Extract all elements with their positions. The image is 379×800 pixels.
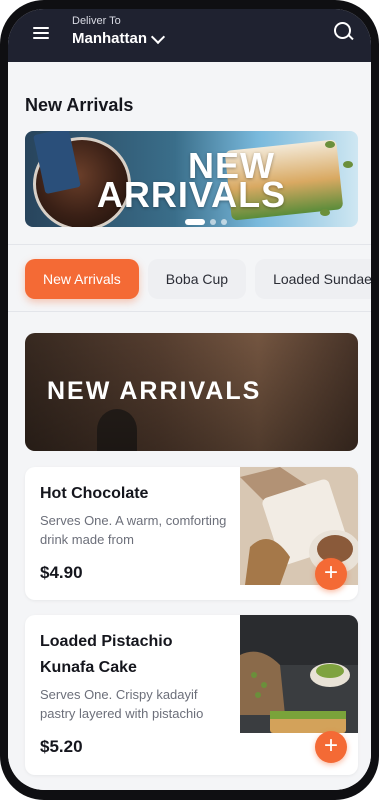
product-card-hot-chocolate[interactable]: Hot Chocolate Serves One. A warm, comfor… [25,467,358,600]
product-name: Hot Chocolate [40,485,149,502]
deliver-to-label: Deliver To [72,15,121,27]
product-name: Loaded Pistachio Kunafa Cake [40,633,173,676]
main-content: New Arrivals NEW ARRIVALS New Arrivals B… [8,62,371,790]
carousel-dot[interactable] [221,219,227,225]
product-description: Serves One. A warm, comforting drink mad… [40,513,227,547]
carousel-dot-active[interactable] [185,219,205,225]
product-price: $4.90 [40,563,83,582]
chevron-down-icon [150,29,166,44]
hero-title: NEW ARRIVALS [47,377,262,405]
location-selector[interactable]: Manhattan [72,29,166,47]
divider [8,244,371,245]
top-bar: Deliver To Manhattan [8,9,371,62]
location-name: Manhattan [72,30,147,47]
app-screen: Deliver To Manhattan New Arrivals NEW AR… [8,9,371,790]
category-tab-loaded-sundae[interactable]: Loaded Sundae [255,259,371,299]
section-title-new-arrivals: New Arrivals [25,95,134,115]
search-icon[interactable] [333,21,355,43]
pistachio-decoration [325,141,335,148]
category-tab-boba-cup[interactable]: Boba Cup [147,259,247,299]
pistachio-decoration [320,209,330,216]
product-description: Serves One. Crispy kadayif pastry layere… [40,687,204,721]
category-hero-banner: NEW ARRIVALS [25,333,358,451]
product-price: $5.20 [40,737,83,756]
add-to-cart-plus-icon[interactable]: + [315,558,347,590]
carousel-dots [185,219,227,225]
promo-banner-carousel[interactable]: NEW ARRIVALS [25,131,358,227]
carousel-dot[interactable] [210,219,216,225]
add-to-cart-plus-icon[interactable]: + [315,731,347,763]
banner-heading-line2: ARRIVALS [96,174,287,215]
category-tab-new-arrivals[interactable]: New Arrivals [25,259,139,299]
hamburger-menu-icon[interactable] [31,23,53,45]
product-image-kunafa-cake[interactable] [240,615,358,733]
divider [8,311,371,312]
phone-frame: Deliver To Manhattan New Arrivals NEW AR… [0,0,379,800]
category-tabs: New Arrivals Boba Cup Loaded Sundae [25,259,371,299]
product-card-pistachio-kunafa[interactable]: Loaded Pistachio Kunafa Cake Serves One.… [25,615,358,775]
